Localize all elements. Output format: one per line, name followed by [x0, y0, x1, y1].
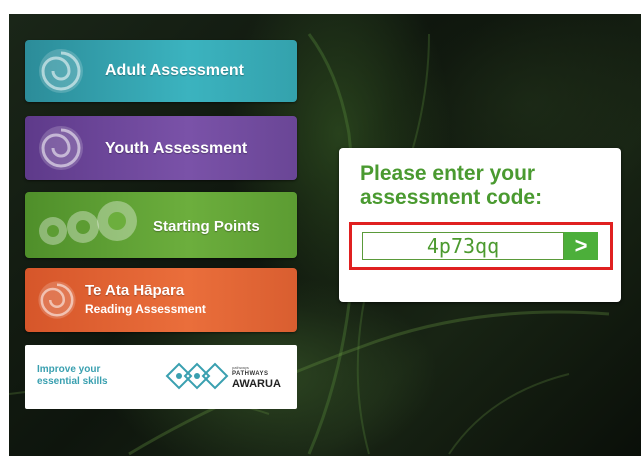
assessment-code-panel: Please enter your assessment code: 4p73q… [339, 148, 621, 302]
starting-points-label: Starting Points [153, 218, 260, 235]
youth-assessment-button[interactable]: Youth Assessment [25, 116, 297, 180]
awarua-diamond-logo [165, 362, 229, 390]
te-ata-hapara-label: Te Ata Hāpara [85, 282, 185, 299]
koru-trio-icon [39, 201, 137, 245]
chevron-right-icon: > [574, 233, 588, 258]
koru-icon [39, 126, 83, 170]
te-ata-hapara-button[interactable]: Te Ata Hāpara Reading Assessment [25, 268, 297, 332]
youth-assessment-label: Youth Assessment [105, 140, 248, 157]
adult-assessment-button[interactable]: Adult Assessment [25, 40, 297, 102]
koru-icon [39, 49, 83, 93]
code-highlight-box: 4p73qq > [349, 222, 613, 270]
koru-icon [38, 281, 76, 319]
brand-awarua-text: AWARUA [232, 378, 281, 390]
pathways-awarua-banner[interactable]: Improve your essential skills pathways P… [25, 345, 297, 409]
brand-pathways-text: PATHWAYS [232, 371, 269, 377]
assessment-code-input[interactable]: 4p73qq [362, 232, 564, 260]
reading-assessment-sublabel: Reading Assessment [85, 302, 206, 316]
code-prompt: Please enter your assessment code: [360, 162, 543, 209]
brand-small-text: pathways [232, 365, 249, 370]
background-fern-image: Adult Assessment Youth Assessment Starti… [9, 14, 641, 456]
starting-points-button[interactable]: Starting Points [25, 192, 297, 258]
improve-skills-tagline: Improve your essential skills [37, 364, 108, 387]
adult-assessment-label: Adult Assessment [105, 62, 244, 79]
submit-code-button[interactable]: > [564, 232, 598, 260]
